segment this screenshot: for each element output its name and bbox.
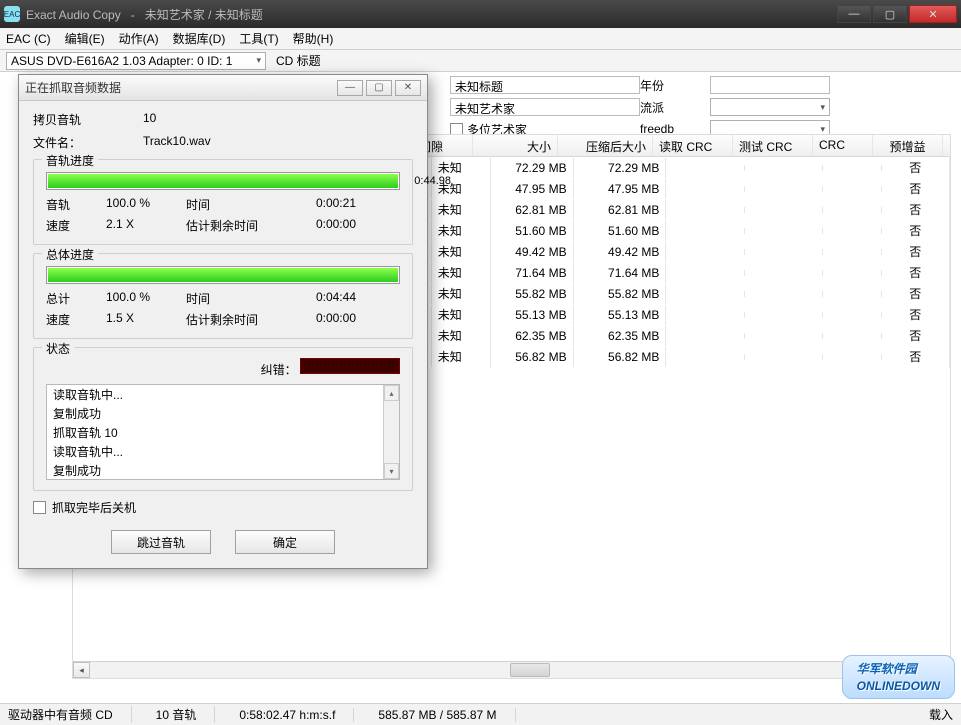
app-icon: EAC [4,6,20,22]
scroll-right-icon[interactable]: ▸ [933,662,950,678]
genre-select[interactable] [710,98,830,116]
status-duration: 0:58:02.47 h:m:s.f [239,708,354,722]
eta-value: 0:00:00 [286,217,356,234]
dialog-titlebar: 正在抓取音频数据 — ▢ ✕ [19,75,427,101]
year-input[interactable] [710,76,830,94]
eta-label: 估计剩余时间 [186,217,286,234]
track-progressbar: 0:44.98 [46,172,400,190]
dialog-minimize-button[interactable]: — [337,80,363,96]
total-eta-label: 估计剩余时间 [186,311,286,328]
track-percent: 100.0 % [106,196,186,213]
shutdown-label: 抓取完毕后关机 [52,499,136,516]
total-eta-value: 0:00:00 [286,311,356,328]
dialog-maximize-button[interactable]: ▢ [366,80,392,96]
scroll-up-icon[interactable]: ▴ [384,385,399,401]
close-button[interactable]: ✕ [909,5,957,23]
dialog-title: 正在抓取音频数据 [25,79,334,96]
total-progressbar [46,266,400,284]
skip-track-button[interactable]: 跳过音轨 [111,530,211,554]
track-label: 音轨 [46,196,106,213]
total-speed-label: 速度 [46,311,106,328]
total-speed-value: 1.5 X [106,311,186,328]
minimize-button[interactable]: — [837,5,871,23]
menu-action[interactable]: 动作(A) [119,30,159,47]
status-tracks: 10 音轨 [156,706,216,723]
extract-dialog: 正在抓取音频数据 — ▢ ✕ 拷贝音轨10 文件名：Track10.wav 音轨… [18,74,428,569]
speed-label: 速度 [46,217,106,234]
col-crc[interactable]: CRC [813,135,873,156]
track-time-label: 时间 [186,196,286,213]
total-progress-legend: 总体进度 [42,246,98,263]
col-comp[interactable]: 压缩后大小 [558,135,653,156]
copy-track-label: 拷贝音轨 [33,111,143,128]
scroll-thumb[interactable] [510,663,550,677]
drive-select[interactable]: ASUS DVD-E616A2 1.03 Adapter: 0 ID: 1 [6,52,266,70]
toolbar: ASUS DVD-E616A2 1.03 Adapter: 0 ID: 1 CD… [0,50,961,72]
menu-help[interactable]: 帮助(H) [293,30,334,47]
total-time-value: 0:04:44 [286,290,356,307]
menu-database[interactable]: 数据库(D) [173,30,226,47]
horizontal-scrollbar[interactable]: ◂ ▸ [73,661,950,678]
cd-title-label: CD 标题 [276,52,321,69]
total-time-label: 时间 [186,290,286,307]
col-size[interactable]: 大小 [473,135,558,156]
scroll-down-icon[interactable]: ▾ [384,463,399,479]
error-indicator [300,358,400,374]
dialog-close-button[interactable]: ✕ [395,80,421,96]
filename-value: Track10.wav [143,134,211,151]
speed-value: 2.1 X [106,217,186,234]
shutdown-checkbox[interactable] [33,501,46,514]
copy-track-value: 10 [143,111,156,128]
title-input[interactable]: 未知标题 [450,76,640,94]
log-line[interactable]: 抓取音轨 10 [47,423,399,442]
menu-eac[interactable]: EAC (C) [6,32,51,46]
log-line[interactable]: 复制成功 [47,461,399,480]
track-progress-legend: 音轨进度 [42,152,98,169]
log-scrollbar[interactable]: ▴ ▾ [383,385,399,479]
status-group: 状态 纠错： 读取音轨中... 复制成功抓取音轨 10 读取音轨中... 复制成… [33,347,413,491]
total-progress-group: 总体进度 总计 100.0 % 时间 0:04:44 速度 1.5 X 估计剩余… [33,253,413,339]
maximize-button[interactable]: ▢ [873,5,907,23]
col-pregain[interactable]: 预增益 [873,135,943,156]
total-percent: 100.0 % [106,290,186,307]
track-progress-group: 音轨进度 0:44.98 音轨 100.0 % 时间 0:00:21 速度 2.… [33,159,413,245]
scroll-left-icon[interactable]: ◂ [73,662,90,678]
status-size: 585.87 MB / 585.87 M [378,708,515,722]
total-label: 总计 [46,290,106,307]
track-time-value: 0:00:21 [286,196,356,213]
filename-label: 文件名： [33,134,143,151]
ok-button[interactable]: 确定 [235,530,335,554]
status-bar: 驱动器中有音频 CD 10 音轨 0:58:02.47 h:m:s.f 585.… [0,703,961,725]
col-rcrc[interactable]: 读取 CRC [653,135,733,156]
menubar: EAC (C) 编辑(E) 动作(A) 数据库(D) 工具(T) 帮助(H) [0,28,961,50]
log-listbox[interactable]: 读取音轨中... 复制成功抓取音轨 10 读取音轨中... 复制成功音频抓取已完… [46,384,400,480]
log-line[interactable]: 复制成功 [47,404,399,423]
status-load: 载入 [929,706,953,723]
error-correction-label: 纠错： [261,363,297,377]
status-legend: 状态 [42,340,74,357]
col-tcrc[interactable]: 测试 CRC [733,135,813,156]
log-line[interactable]: 读取音轨中... [47,385,399,404]
menu-edit[interactable]: 编辑(E) [65,30,105,47]
year-label: 年份 [640,77,710,94]
genre-label: 流派 [640,99,710,116]
log-line[interactable]: 读取音轨中... [47,442,399,461]
titlebar: EAC Exact Audio Copy - 未知艺术家 / 未知标题 — ▢ … [0,0,961,28]
status-drive: 驱动器中有音频 CD [8,706,132,723]
artist-input[interactable]: 未知艺术家 [450,98,640,116]
window-title: Exact Audio Copy - 未知艺术家 / 未知标题 [26,6,837,23]
menu-tools[interactable]: 工具(T) [239,30,278,47]
